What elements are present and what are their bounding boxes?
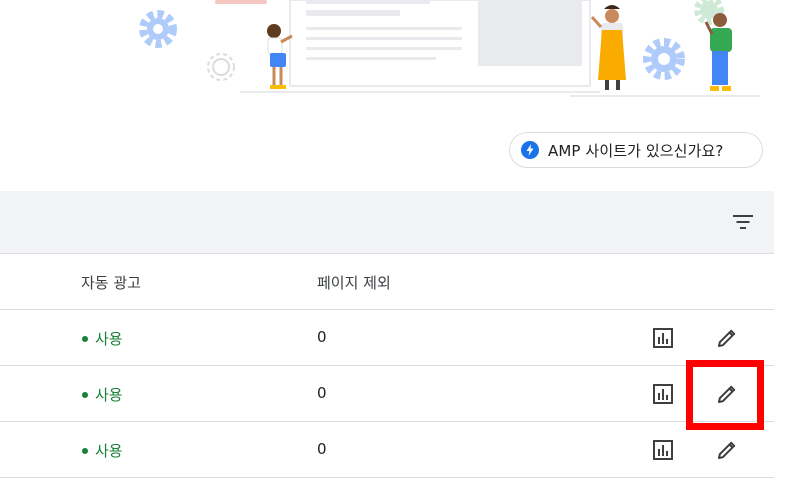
amp-site-chip[interactable]: AMP 사이트가 있으신가요? bbox=[509, 132, 763, 168]
table-header-row: 자동 광고 페이지 제외 bbox=[0, 254, 774, 310]
table-body: 사용 0 사용 0 사용 0 bbox=[0, 310, 774, 478]
status-cell: 사용 bbox=[82, 440, 123, 461]
gear-icon bbox=[139, 10, 177, 48]
bar-chart-icon bbox=[653, 384, 673, 404]
table-row: 사용 0 bbox=[0, 310, 774, 366]
filter-list-icon bbox=[733, 215, 753, 229]
status-cell: 사용 bbox=[82, 328, 123, 349]
status-label: 사용 bbox=[95, 330, 123, 348]
status-dot bbox=[82, 335, 88, 342]
amp-chip-label: AMP 사이트가 있으신가요? bbox=[548, 141, 724, 160]
edit-button[interactable] bbox=[715, 438, 739, 462]
excluded-pages-cell: 0 bbox=[317, 328, 327, 346]
report-button[interactable] bbox=[651, 382, 675, 406]
gear-outline-icon bbox=[207, 53, 235, 81]
status-cell: 사용 bbox=[82, 384, 123, 405]
status-label: 사용 bbox=[95, 442, 123, 460]
status-dot bbox=[82, 447, 88, 454]
gear-icon bbox=[643, 38, 685, 80]
excluded-pages-cell: 0 bbox=[317, 440, 327, 458]
column-header-auto-ads[interactable]: 자동 광고 bbox=[81, 272, 141, 293]
edit-pencil-icon bbox=[718, 441, 736, 459]
amp-bolt-icon bbox=[520, 140, 540, 160]
report-button[interactable] bbox=[651, 438, 675, 462]
header-illustration bbox=[139, 0, 760, 97]
table-row: 사용 0 bbox=[0, 422, 774, 478]
edit-pencil-icon bbox=[718, 329, 736, 347]
bar-chart-icon bbox=[653, 328, 673, 348]
table-row: 사용 0 bbox=[0, 366, 774, 422]
table-toolbar bbox=[0, 191, 774, 254]
status-label: 사용 bbox=[95, 386, 123, 404]
person-illustration bbox=[267, 24, 293, 89]
edit-button[interactable] bbox=[715, 382, 739, 406]
edit-button[interactable] bbox=[715, 326, 739, 350]
bar-chart-icon bbox=[653, 440, 673, 460]
column-header-excluded-pages[interactable]: 페이지 제외 bbox=[317, 272, 391, 293]
edit-pencil-icon bbox=[718, 385, 736, 403]
status-dot bbox=[82, 391, 88, 398]
excluded-pages-cell: 0 bbox=[317, 384, 327, 402]
filter-button[interactable] bbox=[728, 207, 758, 237]
report-button[interactable] bbox=[651, 326, 675, 350]
person-illustration bbox=[590, 5, 626, 90]
